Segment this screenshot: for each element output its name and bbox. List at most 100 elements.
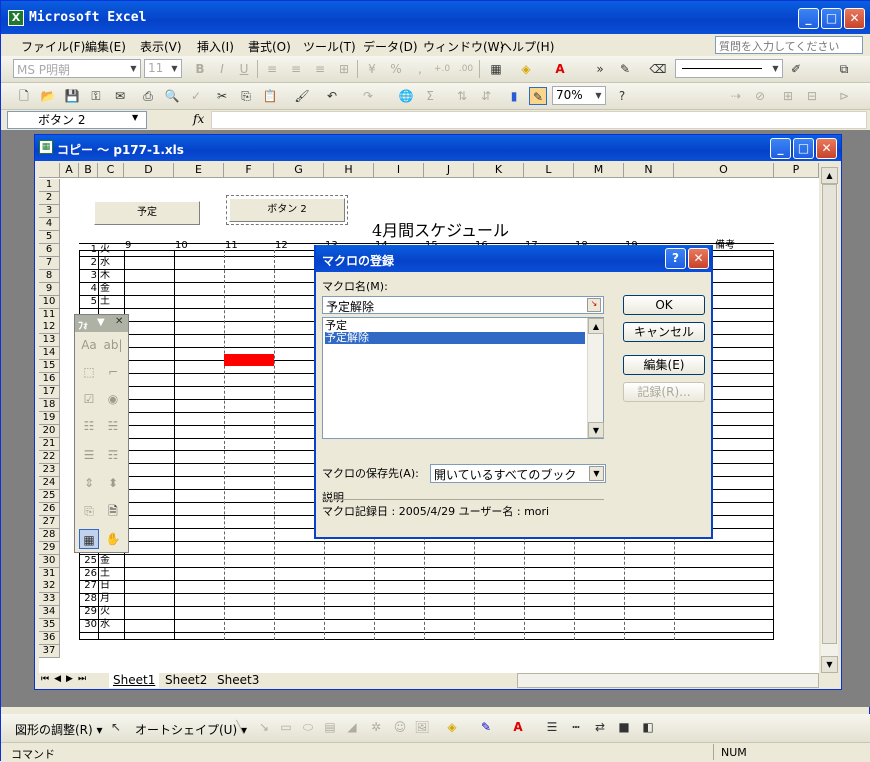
dialog-close-button[interactable]: ✕ bbox=[688, 248, 709, 269]
align-right-icon[interactable]: ≡ bbox=[311, 60, 329, 78]
checkbox-icon[interactable]: ☑ bbox=[79, 389, 99, 409]
cancel-button[interactable]: キャンセル bbox=[623, 322, 705, 342]
maximize-button[interactable]: □ bbox=[821, 8, 842, 29]
macro-list[interactable]: 予定 予定解除 ▲ ▼ bbox=[322, 317, 604, 439]
row-header[interactable]: 11 bbox=[39, 308, 60, 322]
open-icon[interactable]: 📂 bbox=[39, 87, 57, 105]
col-header[interactable]: N bbox=[624, 163, 674, 178]
scroll-up-icon[interactable]: ▲ bbox=[821, 167, 838, 184]
collapse-dialog-icon[interactable]: ↘ bbox=[587, 298, 601, 312]
picture-icon[interactable]: 🖼 bbox=[413, 718, 431, 736]
menu-format[interactable]: 書式(O) bbox=[248, 38, 291, 55]
sort-asc-icon[interactable]: ⇅ bbox=[453, 87, 471, 105]
select-objects-icon[interactable]: ↖ bbox=[107, 718, 125, 736]
title-bar[interactable]: X Microsoft Excel _ □ ✕ bbox=[1, 1, 870, 34]
draw-fill-color-icon[interactable]: ◈ bbox=[443, 718, 461, 736]
col-header[interactable]: D bbox=[124, 163, 174, 178]
dialog-title-bar[interactable]: マクロの登録 ? ✕ bbox=[316, 245, 711, 272]
help-icon[interactable]: ? bbox=[613, 87, 631, 105]
chart-wizard-icon[interactable]: ▮ bbox=[505, 87, 523, 105]
pen-icon[interactable]: ✎ bbox=[616, 60, 634, 78]
col-header[interactable]: A bbox=[60, 163, 79, 178]
button-2[interactable]: ボタン 2 bbox=[229, 198, 345, 222]
col-header[interactable]: I bbox=[374, 163, 424, 178]
combo-list-icon[interactable]: ☰ bbox=[79, 445, 99, 465]
row-header[interactable]: 9 bbox=[39, 282, 60, 296]
paste-icon[interactable]: 📋 bbox=[261, 87, 279, 105]
percent-button[interactable]: % bbox=[387, 60, 405, 78]
rectangle-icon[interactable]: ▭ bbox=[277, 718, 295, 736]
yotei-button[interactable]: 予定 bbox=[94, 201, 200, 225]
close-button[interactable]: ✕ bbox=[844, 8, 865, 29]
col-header[interactable]: B bbox=[79, 163, 98, 178]
remove-arrows-icon[interactable]: ⊘ bbox=[751, 87, 769, 105]
row-header[interactable]: 15 bbox=[39, 360, 60, 374]
row-header[interactable]: 7 bbox=[39, 256, 60, 270]
ok-button[interactable]: OK bbox=[623, 295, 705, 315]
list-scroll-up-icon[interactable]: ▲ bbox=[588, 318, 604, 334]
forms-toolbar-title[interactable]: ﾌｫ ▼ ✕ bbox=[75, 315, 128, 332]
workbook-title-bar[interactable]: ▦ コピー ～ p177-1.xls _ □ ✕ bbox=[35, 135, 841, 161]
print-preview-icon[interactable]: 🔍 bbox=[163, 87, 181, 105]
row-header[interactable]: 20 bbox=[39, 425, 60, 439]
tab-sheet3[interactable]: Sheet3 bbox=[213, 673, 263, 688]
fill-color-icon[interactable]: ◈ bbox=[517, 60, 535, 78]
row-header[interactable]: 30 bbox=[39, 554, 60, 568]
row-header[interactable]: 25 bbox=[39, 489, 60, 503]
adjust-shapes-menu[interactable]: 図形の調整(R) ▾ bbox=[15, 721, 103, 738]
edit-button[interactable]: 編集(E) bbox=[623, 355, 705, 375]
menu-window[interactable]: ウィンドウ(W) bbox=[423, 38, 504, 55]
border-grid-icon[interactable]: ⧉ bbox=[835, 60, 853, 78]
menu-view[interactable]: 表示(V) bbox=[140, 38, 182, 55]
line-style-select[interactable]: ▼ bbox=[675, 59, 783, 78]
row-header[interactable]: 24 bbox=[39, 476, 60, 490]
line-style-icon[interactable]: ☰ bbox=[543, 718, 561, 736]
redo-icon[interactable]: ↷ bbox=[359, 87, 377, 105]
row-header[interactable]: 4 bbox=[39, 217, 60, 231]
row-header[interactable]: 8 bbox=[39, 269, 60, 283]
arrow-style-icon[interactable]: ⇄ bbox=[591, 718, 609, 736]
spelling-icon[interactable]: ✓ bbox=[187, 87, 205, 105]
row-header[interactable]: 19 bbox=[39, 412, 60, 426]
scrollbar-tool-icon[interactable]: ⇕ bbox=[79, 473, 99, 493]
row-header[interactable]: 28 bbox=[39, 528, 60, 542]
wb-close-button[interactable]: ✕ bbox=[816, 138, 837, 159]
menu-data[interactable]: データ(D) bbox=[363, 38, 418, 55]
row-header[interactable]: 34 bbox=[39, 606, 60, 620]
row-header[interactable]: 12 bbox=[39, 321, 60, 335]
row-header[interactable]: 6 bbox=[39, 243, 60, 257]
list-scroll-down-icon[interactable]: ▼ bbox=[588, 422, 604, 438]
drawing-icon[interactable]: ✎ bbox=[529, 87, 547, 105]
combo-drop-icon[interactable]: ☶ bbox=[103, 445, 123, 465]
line-icon[interactable]: ╲ bbox=[231, 718, 249, 736]
menu-file[interactable]: ファイル(F) bbox=[21, 38, 85, 55]
row-header[interactable]: 33 bbox=[39, 593, 60, 607]
diagram-icon[interactable]: ✲ bbox=[367, 718, 385, 736]
row-header[interactable]: 22 bbox=[39, 450, 60, 464]
groupbox-icon[interactable]: ⬚ bbox=[79, 362, 99, 382]
spinner-icon[interactable]: ⬍ bbox=[103, 473, 123, 493]
autosum-button[interactable]: Σ bbox=[421, 87, 439, 105]
eraser-icon[interactable]: ⌫ bbox=[649, 60, 667, 78]
record-button[interactable]: 記録(R)... bbox=[623, 382, 705, 402]
store-dropdown-icon[interactable]: ▼ bbox=[589, 466, 604, 481]
editbox-icon[interactable]: ab| bbox=[103, 335, 123, 355]
macro-list-item-selected[interactable]: 予定解除 bbox=[325, 332, 585, 344]
name-box-dropdown-icon[interactable]: ▼ bbox=[132, 113, 138, 122]
label-icon[interactable]: Aa bbox=[79, 335, 99, 355]
col-header[interactable]: F bbox=[224, 163, 274, 178]
formula-input[interactable] bbox=[211, 111, 867, 129]
tab-sheet2[interactable]: Sheet2 bbox=[161, 673, 211, 688]
zoom-select[interactable]: 70% ▼ bbox=[552, 86, 606, 105]
align-center-icon[interactable]: ≡ bbox=[287, 60, 305, 78]
options-icon[interactable]: ⊳ bbox=[835, 87, 853, 105]
menu-insert[interactable]: 挿入(I) bbox=[197, 38, 234, 55]
control-properties-icon[interactable]: ⎘ bbox=[79, 501, 99, 521]
arrow-icon[interactable]: ↘ bbox=[255, 718, 273, 736]
listbox-icon[interactable]: ☷ bbox=[79, 416, 99, 436]
shadow-icon[interactable]: ■ bbox=[615, 718, 633, 736]
row-header[interactable]: 13 bbox=[39, 334, 60, 348]
col-header[interactable]: P bbox=[774, 163, 819, 178]
currency-icon[interactable]: ¥ bbox=[363, 60, 381, 78]
increase-decimal-icon[interactable]: +.0 bbox=[433, 60, 451, 78]
